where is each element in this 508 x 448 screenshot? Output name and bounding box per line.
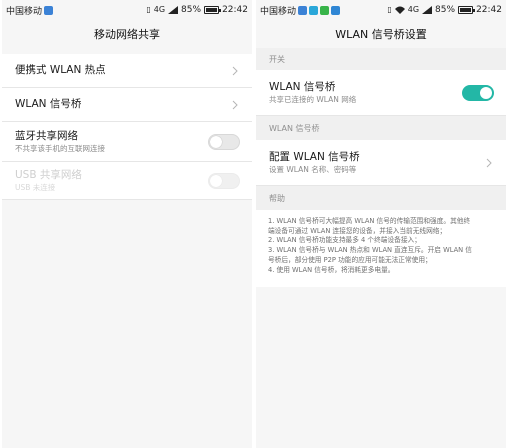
item-subtitle: 不共享该手机的互联网连接 (15, 143, 105, 153)
item-title: WLAN 信号桥 (15, 97, 82, 110)
section-header-wlan: WLAN 信号桥 (256, 116, 506, 140)
help-line: 2. WLAN 信号桥功能支持最多 4 个终端设备接入； (268, 236, 421, 245)
portable-hotspot-item[interactable]: 便携式 WLAN 热点 (2, 54, 252, 88)
help-line: 号桥后，部分使用 P2P 功能的应用可能无法正常使用； (268, 255, 432, 264)
configure-wlan-bridge-item[interactable]: 配置 WLAN 信号桥 设置 WLAN 名称、密码等 (256, 140, 506, 186)
carrier-label: 中国移动 (6, 6, 43, 17)
item-title: WLAN 信号桥 (269, 80, 336, 93)
signal-icon (168, 6, 179, 14)
help-line: 端设备可通过 WLAN 连接您的设备，并接入当前无线网络； (268, 226, 447, 235)
screen-wlan-bridge-settings: 中国移动 ▯ 4G 85% 22:42 WLAN 信号桥设置 开关 WLAN 信… (256, 0, 506, 448)
status-bar: 中国移动 ▯ 4G 85% 22:42 (2, 0, 252, 20)
usb-tethering-toggle (208, 172, 240, 189)
item-title: 蓝牙共享网络 (15, 129, 78, 142)
notification-app-icon (298, 5, 308, 15)
section-header-help: 帮助 (256, 186, 506, 210)
network-type-label: 4G (153, 5, 166, 14)
network-type-label: 4G (407, 5, 420, 14)
bluetooth-tethering-toggle[interactable] (208, 133, 240, 150)
wlan-bridge-switch-item[interactable]: WLAN 信号桥 共享已连接的 WLAN 网络 (256, 70, 506, 116)
item-title: 便携式 WLAN 热点 (15, 63, 106, 76)
help-text: 1. WLAN 信号桥可大幅提高 WLAN 信号的传输范围和强度。其他终 端设备… (256, 210, 506, 288)
item-subtitle: USB 未连接 (15, 182, 56, 192)
wlan-bridge-item[interactable]: WLAN 信号桥 (2, 88, 252, 122)
help-line: 1. WLAN 信号桥可大幅提高 WLAN 信号的传输范围和强度。其他终 (268, 217, 471, 225)
page-title: 移动网络共享 (2, 20, 252, 48)
sharing-list: 便携式 WLAN 热点 WLAN 信号桥 蓝牙共享网络 不共享该手机的互联网连接… (2, 54, 252, 200)
battery-percent: 85% (181, 5, 202, 15)
clock: 22:42 (476, 5, 502, 15)
notification-app-icon (44, 5, 54, 15)
vibrate-icon: ▯ (387, 5, 392, 14)
chevron-right-icon (230, 64, 240, 78)
page-title: WLAN 信号桥设置 (256, 20, 506, 48)
battery-percent: 85% (435, 5, 456, 15)
help-line: 3. WLAN 信号桥与 WLAN 热点和 WLAN 直连互斥。开启 WLAN … (268, 246, 472, 255)
item-subtitle: 共享已连接的 WLAN 网络 (269, 94, 357, 104)
notification-app-icon (309, 5, 319, 15)
item-subtitle: 设置 WLAN 名称、密码等 (269, 164, 357, 174)
wlan-bridge-toggle[interactable] (462, 84, 494, 101)
notification-app-icon (320, 5, 330, 15)
vibrate-icon: ▯ (146, 5, 151, 14)
usb-tethering-item: USB 共享网络 USB 未连接 (2, 162, 252, 200)
battery-icon (204, 6, 222, 14)
signal-icon (422, 6, 433, 14)
item-title: 配置 WLAN 信号桥 (269, 150, 360, 163)
chevron-right-icon (230, 98, 240, 112)
help-line: 4. 使用 WLAN 信号桥，将消耗更多电量。 (268, 265, 395, 274)
bluetooth-tethering-item[interactable]: 蓝牙共享网络 不共享该手机的互联网连接 (2, 122, 252, 162)
carrier-label: 中国移动 (260, 6, 297, 17)
status-bar: 中国移动 ▯ 4G 85% 22:42 (256, 0, 506, 20)
item-title: USB 共享网络 (15, 168, 82, 181)
wifi-icon (394, 6, 405, 14)
clock: 22:42 (222, 5, 248, 15)
screen-mobile-network-sharing: 中国移动 ▯ 4G 85% 22:42 移动网络共享 便携式 WLAN 热点 W… (2, 0, 252, 448)
section-header-switch: 开关 (256, 48, 506, 70)
battery-icon (458, 6, 476, 14)
chevron-right-icon (484, 156, 494, 170)
notification-app-icon (331, 5, 341, 15)
